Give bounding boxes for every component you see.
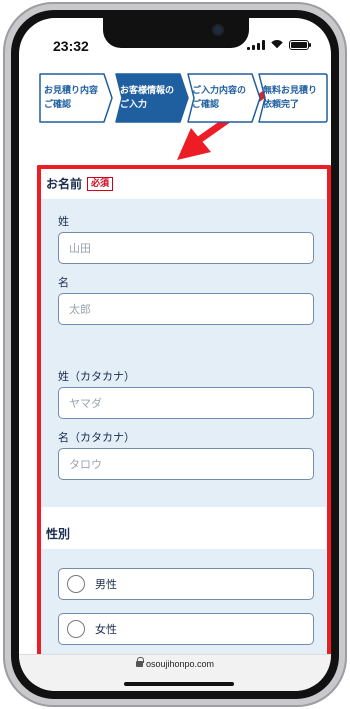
gender-section-title: 性別 [46, 525, 70, 542]
step-1-label: お見積り内容 ご確認 [44, 86, 99, 110]
step-4: 無料お見積り 依頼完了 [257, 72, 328, 124]
form-area: お名前 必須 姓 山田 名 太郎 姓（カタカナ） ヤマダ 名（カタカナ） タロウ… [38, 165, 326, 665]
gender-option-male[interactable]: 男性 [58, 568, 314, 600]
battery-icon [289, 40, 311, 50]
gender-section-heading: 性別 [46, 527, 71, 541]
phone-bezel: 23:32 お見積り内容 ご確認 お客様情報の ご入力 ご入力内容の ご確認 無… [11, 10, 339, 699]
first-name-label: 名 [58, 276, 69, 289]
url-domain: osoujihonpo.com [145, 659, 215, 669]
gender-option-male-label: 男性 [95, 578, 117, 591]
step-3: ご入力内容の ご確認 [186, 72, 261, 124]
status-icons [247, 40, 311, 50]
required-badge: 必須 [87, 176, 114, 191]
url-text: osoujihonpo.com [19, 657, 331, 669]
first-name-kana-input[interactable]: タロウ [58, 448, 314, 480]
first-name-kana-label: 名（カタカナ） [58, 431, 135, 444]
wifi-icon [270, 40, 284, 50]
step-1: お見積り内容 ご確認 [38, 72, 113, 124]
step-indicator: お見積り内容 ご確認 お客様情報の ご入力 ご入力内容の ご確認 無料お見積り … [38, 72, 328, 124]
name-section-title: お名前 必須 [46, 175, 114, 192]
name-section-heading: お名前 [46, 177, 83, 191]
gender-option-female[interactable]: 女性 [58, 613, 314, 645]
first-name-input[interactable]: 太郎 [58, 293, 314, 325]
signal-icon [247, 40, 265, 50]
lock-icon [135, 657, 144, 667]
radio-circle-icon[interactable] [67, 575, 85, 593]
step-2: お客様情報の ご入力 [114, 72, 189, 124]
last-name-kana-label: 姓（カタカナ） [58, 370, 135, 383]
last-name-label: 姓 [58, 215, 69, 228]
last-name-input[interactable]: 山田 [58, 232, 314, 264]
camera-icon [214, 26, 222, 34]
step-4-label: 無料お見積り 依頼完了 [263, 86, 318, 110]
gender-option-female-label: 女性 [95, 623, 117, 636]
step-3-label: ご入力内容の ご確認 [192, 86, 247, 110]
notch [103, 18, 249, 48]
last-name-kana-input[interactable]: ヤマダ [58, 387, 314, 419]
status-time: 23:32 [53, 38, 89, 54]
radio-circle-icon[interactable] [67, 620, 85, 638]
phone-frame: 23:32 お見積り内容 ご確認 お客様情報の ご入力 ご入力内容の ご確認 無… [3, 2, 347, 707]
step-2-label: お客様情報の ご入力 [120, 86, 175, 110]
home-indicator[interactable] [124, 682, 234, 686]
phone-screen: 23:32 お見積り内容 ご確認 お客様情報の ご入力 ご入力内容の ご確認 無… [19, 18, 331, 691]
